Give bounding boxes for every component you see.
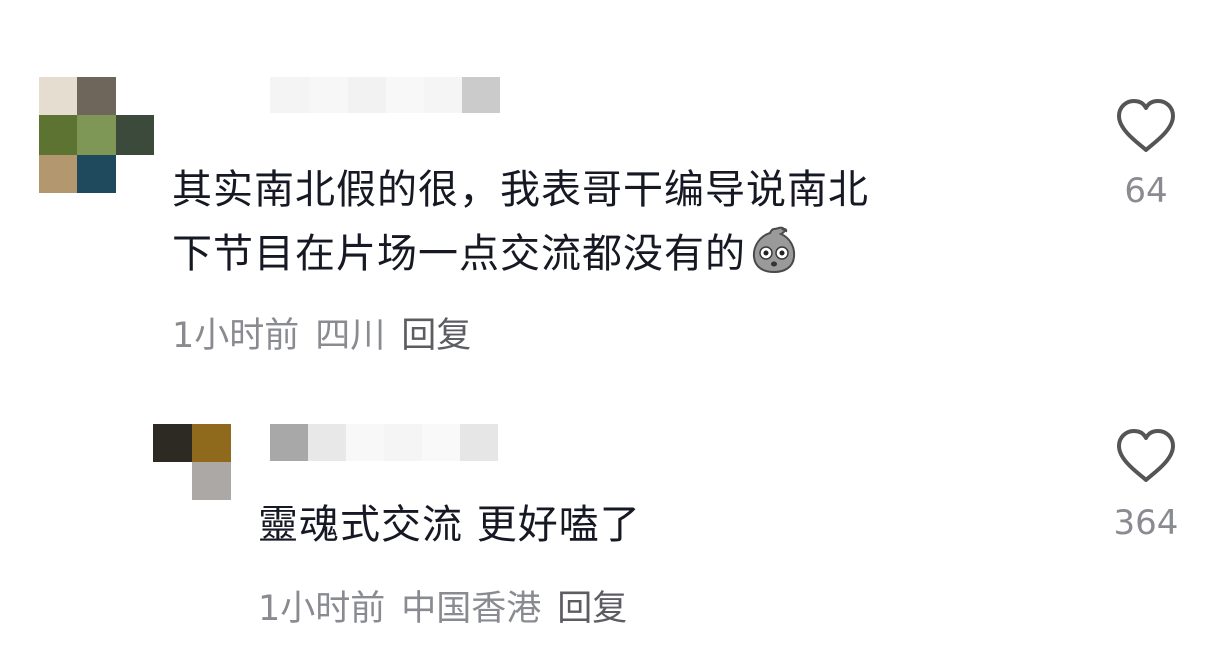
comment-list: 其实南北假的很，我表哥干编导说南北 下节目在片场一点交流都没有的 1小时前 四川… (0, 0, 1232, 661)
comment-text: 靈魂式交流 更好嗑了 (258, 502, 641, 548)
heart-outline-icon[interactable] (1115, 428, 1177, 484)
comment-meta: 1小时前 四川 回复 (172, 308, 471, 356)
avatar[interactable] (39, 77, 154, 193)
username-blurred[interactable] (270, 424, 498, 461)
comment-location: 中国香港 (401, 588, 542, 629)
reply-button[interactable]: 回复 (557, 580, 627, 631)
comment-time: 1小时前 (172, 315, 300, 356)
comment-time: 1小时前 (258, 588, 386, 629)
comment-location: 四川 (315, 315, 386, 356)
like-count: 364 (1113, 503, 1179, 543)
comment-text-line: 下节目在片场一点交流都没有的 (172, 231, 746, 277)
heart-outline-icon[interactable] (1115, 98, 1177, 154)
comment-meta: 1小时前 中国香港 回复 (258, 581, 627, 629)
surprised-blob-emoji-icon (752, 226, 796, 274)
avatar[interactable] (153, 424, 231, 500)
reply-button[interactable]: 回复 (401, 307, 471, 358)
comment-text: 下节目在片场一点交流都没有的 (172, 222, 800, 286)
comment-text: 其实南北假的很，我表哥干编导说南北 (172, 167, 869, 213)
like-count: 64 (1124, 171, 1168, 211)
username-blurred[interactable] (270, 77, 500, 113)
